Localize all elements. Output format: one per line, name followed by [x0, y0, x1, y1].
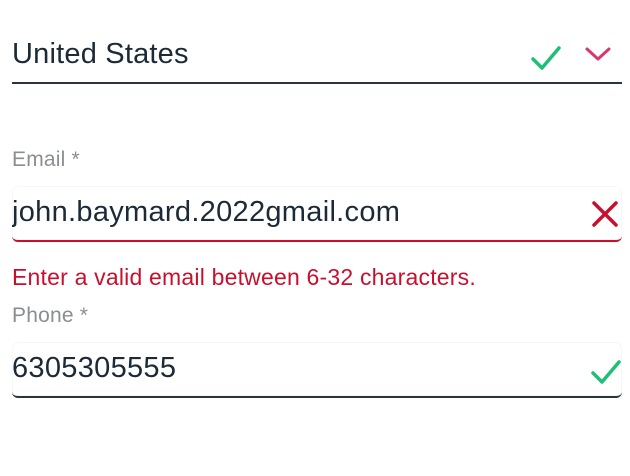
check-icon	[590, 358, 622, 386]
chevron-down-icon[interactable]	[584, 46, 612, 62]
checkout-form: United States Email * Enter a valid emai…	[0, 0, 630, 476]
x-icon	[591, 200, 619, 228]
check-icon	[530, 44, 562, 72]
country-select-value: United States	[12, 38, 189, 70]
phone-label: Phone *	[12, 304, 89, 327]
phone-field[interactable]	[12, 352, 572, 385]
email-label: Email *	[12, 148, 80, 171]
email-field-container	[12, 186, 622, 242]
country-select[interactable]: United States	[12, 24, 622, 84]
email-field[interactable]	[12, 196, 572, 229]
email-error-message: Enter a valid email between 6-32 charact…	[12, 264, 476, 290]
phone-field-container	[12, 342, 622, 398]
